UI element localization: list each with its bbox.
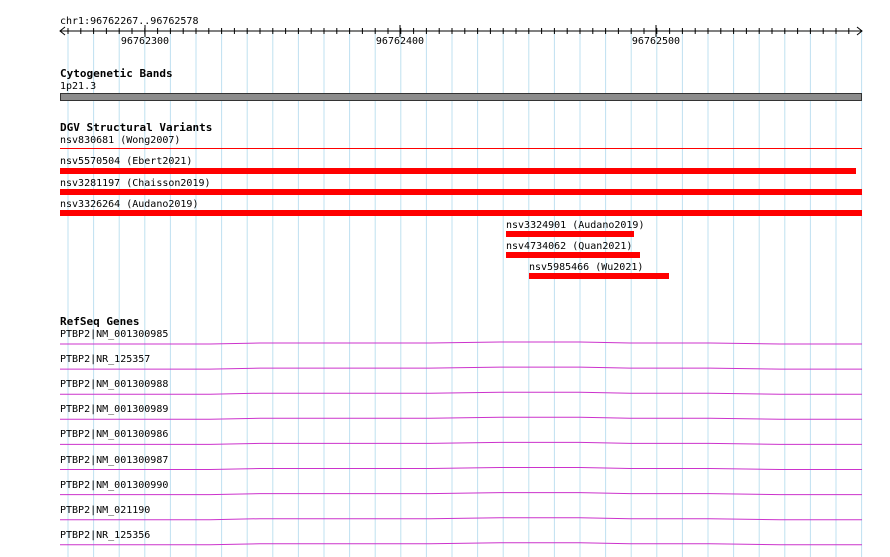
cytoband-track-title: Cytogenetic Bands bbox=[60, 67, 173, 80]
variant-feature-bar[interactable] bbox=[60, 168, 856, 174]
variant-label: nsv3324901 (Audano2019) bbox=[506, 220, 645, 231]
transcript-label[interactable]: PTBP2|NM_001300990 bbox=[60, 480, 168, 491]
variant-label: nsv5985466 (Wu2021) bbox=[529, 262, 644, 273]
ruler-tick-label: 96762400 bbox=[375, 36, 425, 47]
variant-feature-bar[interactable] bbox=[506, 231, 634, 237]
variant-label: nsv5570504 (Ebert2021) bbox=[60, 156, 193, 167]
transcript-label[interactable]: PTBP2|NM_001300986 bbox=[60, 429, 168, 440]
ruler-tick-label: 96762500 bbox=[631, 36, 681, 47]
variant-label: nsv3326264 (Audano2019) bbox=[60, 199, 199, 210]
ruler-tick-label: 96762300 bbox=[120, 36, 170, 47]
variant-label: nsv3281197 (Chaisson2019) bbox=[60, 178, 211, 189]
variant-feature-bar[interactable] bbox=[60, 210, 862, 216]
transcript-label[interactable]: PTBP2|NR_125357 bbox=[60, 354, 150, 365]
transcript-label[interactable]: PTBP2|NM_021190 bbox=[60, 505, 150, 516]
transcript-label[interactable]: PTBP2|NM_001300989 bbox=[60, 404, 168, 415]
variant-feature-bar[interactable] bbox=[60, 189, 862, 195]
transcript-label[interactable]: PTBP2|NM_001300988 bbox=[60, 379, 168, 390]
cytoband-label: 1p21.3 bbox=[60, 81, 97, 92]
transcript-label[interactable]: PTBP2|NM_001300987 bbox=[60, 455, 168, 466]
variant-feature-bar[interactable] bbox=[529, 273, 669, 279]
transcript-label[interactable]: PTBP2|NR_125356 bbox=[60, 530, 150, 541]
variant-label: nsv4734062 (Quan2021) bbox=[506, 241, 633, 252]
grid-lines bbox=[67, 30, 863, 557]
genome-browser-panel: chr1:96762267..96762578 96762300 96762400… bbox=[0, 0, 890, 557]
variant-feature-bar[interactable] bbox=[506, 252, 640, 258]
refseq-track-title: RefSeq Genes bbox=[60, 315, 140, 328]
dgv-track-title: DGV Structural Variants bbox=[60, 121, 213, 134]
variant-feature-bar[interactable] bbox=[60, 148, 862, 149]
cytoband-feature[interactable] bbox=[60, 93, 862, 101]
transcript-label[interactable]: PTBP2|NM_001300985 bbox=[60, 329, 168, 340]
variant-label: nsv830681 (Wong2007) bbox=[60, 135, 181, 146]
